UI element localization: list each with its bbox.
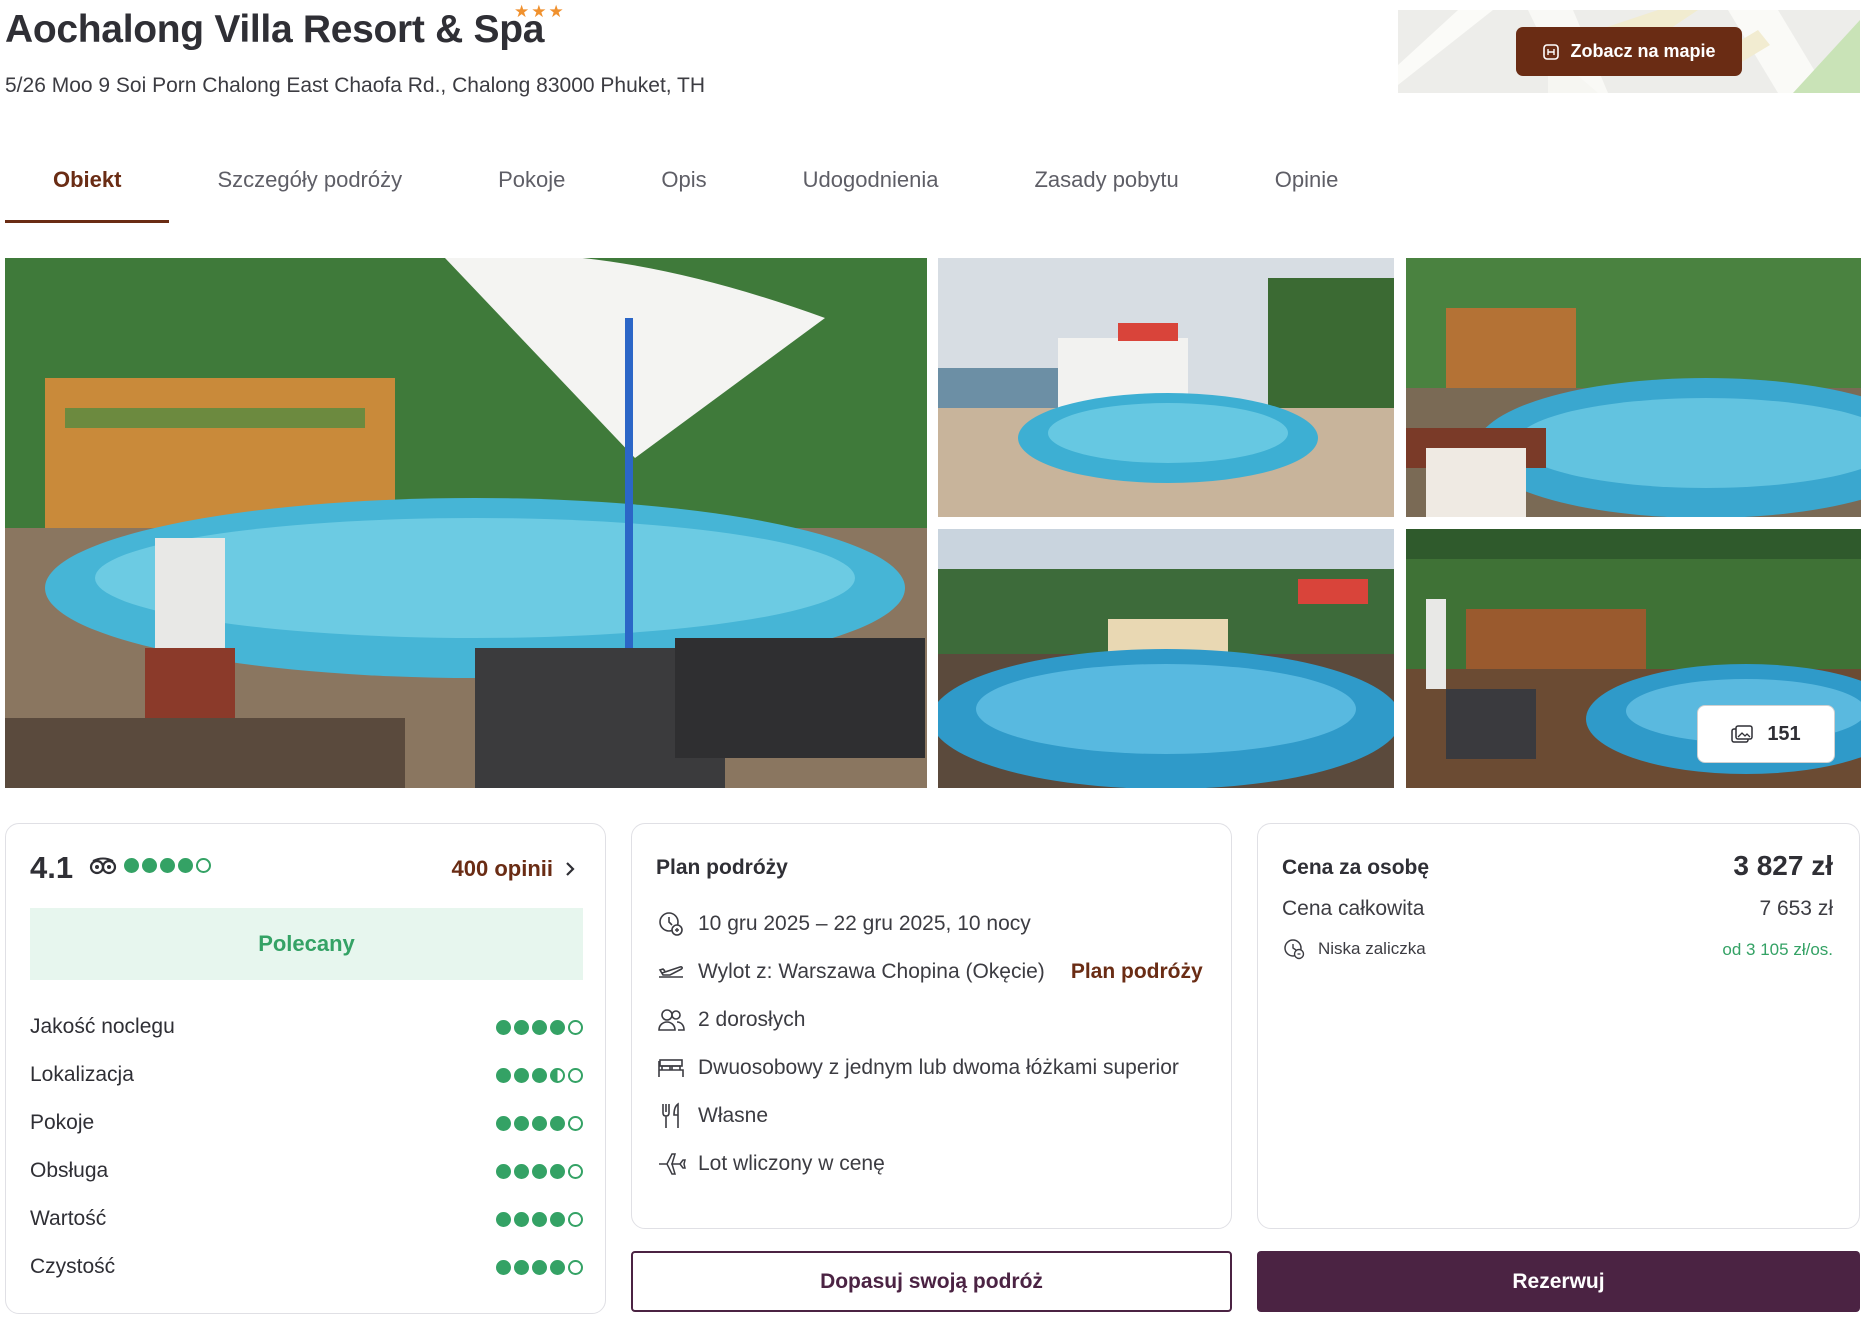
deposit-icon	[1284, 939, 1305, 960]
tab-reviews[interactable]: Opinie	[1227, 155, 1387, 223]
rating-dots	[496, 1067, 583, 1083]
plan-travelers: 2 dorosłych	[698, 1008, 806, 1031]
rating-row-cleanliness: Czystość	[30, 1255, 583, 1279]
see-on-map-button[interactable]: Zobacz na mapie	[1516, 27, 1742, 76]
rating-dots	[124, 858, 211, 873]
hotel-address: 5/26 Moo 9 Soi Porn Chalong East Chaofa …	[5, 74, 706, 97]
tab-travel-details[interactable]: Szczegóły podróży	[169, 155, 450, 223]
plan-flight: Lot wliczony w cenę	[698, 1152, 885, 1175]
rating-label: Czystość	[30, 1255, 116, 1278]
tab-rooms[interactable]: Pokoje	[450, 155, 613, 223]
book-button[interactable]: Rezerwuj	[1257, 1251, 1860, 1312]
deposit-value: od 3 105 zł/os.	[1722, 940, 1833, 959]
rating-label: Jakość noclegu	[30, 1015, 175, 1038]
map-icon	[1543, 43, 1560, 60]
plan-departure: Wylot z: Warszawa Chopina (Okęcie)	[698, 960, 1045, 983]
gallery-photo-2[interactable]	[938, 258, 1394, 517]
tripadvisor-icon	[89, 857, 117, 875]
price-card: Cena za osobę 3 827 zł Cena całkowita 7 …	[1257, 823, 1860, 1229]
plan-flight-row: Lot wliczony w cenę	[656, 1149, 885, 1179]
rating-row-service: Obsługa	[30, 1159, 583, 1183]
plane-icon	[659, 1153, 686, 1175]
plan-travelers-row: 2 dorosłych	[656, 1005, 805, 1035]
gallery-main-photo[interactable]	[5, 258, 927, 788]
gallery-icon	[1731, 725, 1754, 743]
hotel-name: Aochalong Villa Resort & Spa	[5, 8, 545, 51]
plane-departure-icon	[658, 966, 684, 978]
rating-row-value: Wartość	[30, 1207, 583, 1231]
price-total-value: 7 653 zł	[1759, 897, 1833, 920]
rating-dots	[496, 1019, 583, 1035]
price-per-person-label: Cena za osobę	[1282, 856, 1430, 879]
tab-amenities[interactable]: Udogodnienia	[755, 155, 987, 223]
photo-count-value: 151	[1767, 722, 1801, 745]
gallery-photo-3[interactable]	[1406, 258, 1861, 517]
calendar-clock-icon	[659, 912, 683, 936]
rating-dots	[496, 1259, 583, 1275]
opinions-label: 400 opinii	[451, 856, 553, 881]
plan-dates: 10 gru 2025 – 22 gru 2025, 10 nocy	[698, 912, 1031, 935]
rating-label: Obsługa	[30, 1159, 109, 1182]
plan-board-row: Własne	[656, 1101, 768, 1131]
opinions-link[interactable]: 400 opinii	[452, 856, 575, 882]
rating-row-quality: Jakość noclegu	[30, 1015, 583, 1039]
plan-board: Własne	[698, 1104, 769, 1127]
hotel-stars: ★★★	[514, 2, 566, 21]
price-per-person-value: 3 827 zł	[1733, 850, 1833, 881]
rating-label: Wartość	[30, 1207, 107, 1230]
travel-plan-card: Plan podróży 10 gru 2025 – 22 gru 2025, …	[631, 823, 1232, 1229]
plan-dates-row: 10 gru 2025 – 22 gru 2025, 10 nocy	[656, 909, 1031, 939]
rating-label: Pokoje	[30, 1111, 95, 1134]
plan-room: Dwuosobowy z jednym lub dwoma łóżkami su…	[698, 1056, 1179, 1079]
rating-score: 4.1	[30, 850, 74, 885]
plan-details-link[interactable]: Plan podróży	[1071, 960, 1203, 984]
deposit-label: Niska zaliczka	[1318, 939, 1426, 958]
cutlery-icon	[662, 1102, 679, 1128]
rating-dots	[496, 1211, 583, 1227]
tab-obiekt[interactable]: Obiekt	[5, 155, 170, 223]
users-icon	[658, 1009, 685, 1031]
rating-row-rooms: Pokoje	[30, 1111, 583, 1135]
plan-departure-row: Wylot z: Warszawa Chopina (Okęcie) Plan …	[656, 957, 1203, 987]
rating-dots	[496, 1163, 583, 1179]
section-tabs: Obiekt Szczegóły podróży Pokoje Opis Udo…	[5, 155, 1386, 223]
photo-count-button[interactable]: 151	[1697, 705, 1835, 763]
deposit-row: Niska zaliczka	[1282, 937, 1426, 961]
rating-label: Lokalizacja	[30, 1063, 134, 1086]
bed-icon	[658, 1059, 684, 1077]
tab-description[interactable]: Opis	[613, 155, 754, 223]
recommended-badge: Polecany	[30, 908, 583, 980]
chevron-right-icon	[566, 862, 575, 876]
plan-room-row: Dwuosobowy z jednym lub dwoma łóżkami su…	[656, 1053, 1179, 1083]
see-on-map-label: Zobacz na mapie	[1570, 41, 1716, 61]
gallery-photo-4[interactable]	[938, 529, 1394, 788]
tab-house-rules[interactable]: Zasady pobytu	[986, 155, 1226, 223]
rating-row-location: Lokalizacja	[30, 1063, 583, 1087]
reviews-card: 4.1 400 opinii Polecany Jakość noclegu L…	[5, 823, 606, 1314]
adjust-trip-button[interactable]: Dopasuj swoją podróż	[631, 1251, 1232, 1312]
rating-dots	[496, 1115, 583, 1131]
plan-title: Plan podróży	[656, 856, 788, 879]
price-total-label: Cena całkowita	[1282, 897, 1425, 920]
